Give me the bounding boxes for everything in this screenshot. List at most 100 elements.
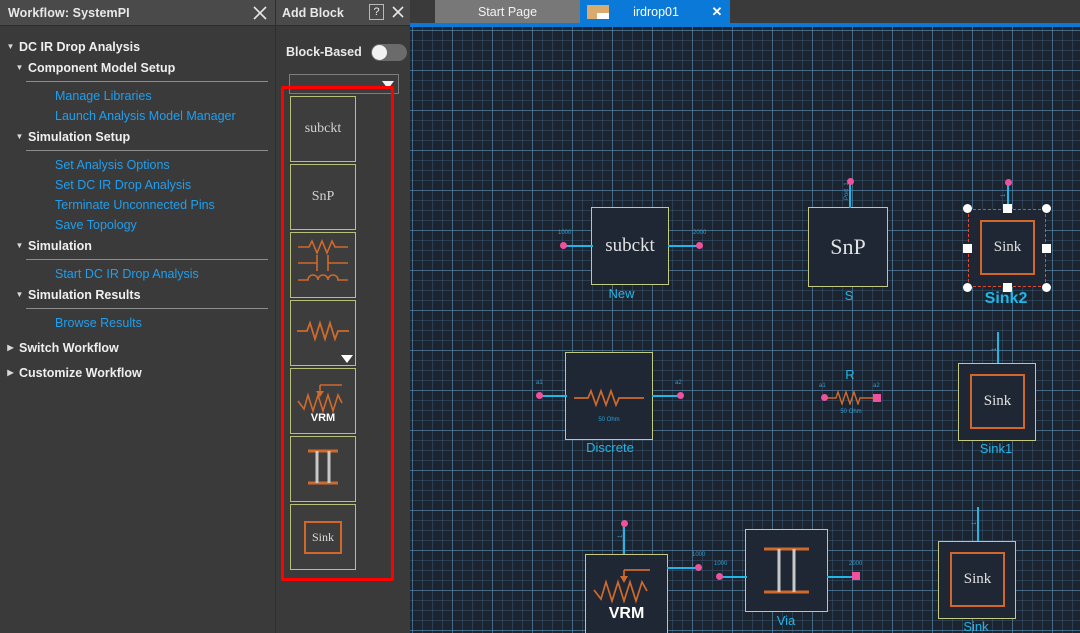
tab-start-page[interactable]: Start Page: [435, 0, 580, 23]
resistor-icon: [295, 315, 351, 352]
pin-dot[interactable]: [560, 242, 567, 249]
pin-dot[interactable]: [695, 564, 702, 571]
palette-item-label: subckt: [304, 121, 342, 136]
component-value: 50 Ohm: [598, 417, 620, 423]
tree-group-customize-workflow[interactable]: ▶ Customize Workflow: [0, 362, 275, 383]
tab-label: Start Page: [477, 4, 538, 19]
tree-group-label: Simulation: [28, 238, 92, 253]
r-block[interactable]: R 50 Ohm a1 a2: [805, 367, 895, 427]
tree-link-launch-analysis-model-manager[interactable]: Launch Analysis Model Manager: [0, 106, 275, 126]
tree-group-label: Component Model Setup: [28, 60, 176, 75]
block-based-toggle[interactable]: [370, 43, 407, 61]
vrm-block[interactable]: 1 VRM 1000 VRM: [560, 507, 720, 633]
close-icon[interactable]: [251, 4, 269, 22]
add-block-title: Add Block: [282, 5, 344, 20]
tree-link-set-analysis-options[interactable]: Set Analysis Options: [0, 155, 275, 175]
tree-link-start-dc-ir-drop-analysis[interactable]: Start DC IR Drop Analysis: [0, 264, 275, 284]
tab-label: irdrop01: [633, 4, 679, 19]
pin-dot[interactable]: [621, 520, 628, 527]
pin-dot[interactable]: [821, 394, 828, 401]
divider: [26, 81, 268, 82]
selection-handle[interactable]: [963, 204, 972, 213]
tree-group-switch-workflow[interactable]: ▶ Switch Workflow: [0, 337, 275, 358]
sink-symbol: Sink: [970, 374, 1025, 429]
resistor-symbol: [574, 386, 644, 413]
pin-dot[interactable]: [1005, 179, 1012, 186]
tree-link-set-dc-ir-drop-analysis[interactable]: Set DC IR Drop Analysis: [0, 175, 275, 195]
chevron-down-icon[interactable]: [341, 355, 353, 363]
block-caption: Discrete: [586, 440, 634, 455]
via-icon: [298, 443, 348, 496]
palette-item-resistor[interactable]: [290, 300, 356, 366]
pin-dot[interactable]: [716, 573, 723, 580]
tab-bar: Start Page irdrop01 ✕: [410, 0, 1080, 23]
tab-irdrop01[interactable]: irdrop01 ✕: [580, 0, 730, 23]
tree-link-terminate-unconnected-pins[interactable]: Terminate Unconnected Pins: [0, 195, 275, 215]
palette-item-snp[interactable]: SnP: [290, 164, 356, 230]
tree-group-label: DC IR Drop Analysis: [19, 39, 141, 54]
vrm-symbol: [592, 564, 664, 611]
palette-item-vrm[interactable]: VRM: [290, 368, 356, 434]
palette-item-subckt[interactable]: subckt: [290, 96, 356, 162]
tree-link-manage-libraries[interactable]: Manage Libraries: [0, 86, 275, 106]
pin-label: 1: [972, 521, 978, 525]
subckt-block[interactable]: subckt 1000 2000 New: [555, 179, 706, 319]
block-body[interactable]: SnP: [808, 207, 888, 287]
tree-group-simulation[interactable]: ▼ Simulation: [0, 235, 275, 256]
tree-link-save-topology[interactable]: Save Topology: [0, 215, 275, 235]
palette-item-via[interactable]: [290, 436, 356, 502]
block-body[interactable]: subckt: [591, 207, 669, 285]
selection-handle[interactable]: [1042, 204, 1051, 213]
block-caption: R: [845, 367, 855, 382]
component-value: 50 Ohm: [840, 409, 862, 415]
discrete-block[interactable]: 50 Ohm a1 a2 Discrete: [530, 332, 690, 457]
pin-label: 1: [1001, 193, 1007, 197]
resistor-symbol: [827, 389, 875, 410]
chevron-down-icon: ▼: [6, 41, 15, 51]
tree-group-label: Customize Workflow: [19, 365, 142, 380]
palette-item-label: SnP: [311, 189, 335, 204]
close-icon[interactable]: [390, 4, 406, 20]
selection-handle[interactable]: [963, 244, 972, 253]
pin-dot[interactable]: [696, 242, 703, 249]
snp-block[interactable]: SnP Port_1 S: [790, 167, 920, 327]
tree-group-dc-ir-drop-analysis[interactable]: ▼ DC IR Drop Analysis: [0, 36, 275, 57]
block-type-dropdown[interactable]: [289, 74, 399, 94]
sink1-block[interactable]: 1 Sink Sink1: [935, 327, 1055, 457]
workflow-tree: ▼ DC IR Drop Analysis ▼ Component Model …: [0, 26, 275, 383]
block-caption: New: [608, 286, 635, 301]
pin-label: a2: [873, 383, 880, 389]
add-block-panel: Add Block ? Block-Based subckt SnP VRM S…: [275, 0, 410, 633]
pin-label: 2000: [849, 561, 863, 567]
document-icon: [587, 4, 609, 19]
tree-link-browse-results[interactable]: Browse Results: [0, 313, 275, 333]
chevron-right-icon: ▶: [7, 367, 14, 377]
palette-item-sink[interactable]: Sink: [290, 504, 356, 570]
via-symbol: [759, 543, 814, 603]
pin-dot[interactable]: [677, 392, 684, 399]
workflow-panel-title: Workflow: SystemPI: [8, 5, 130, 20]
pin-dot[interactable]: [873, 394, 881, 402]
tree-group-label: Switch Workflow: [19, 340, 119, 355]
pin-label: a1: [819, 383, 826, 389]
divider: [26, 308, 268, 309]
sink-symbol: Sink: [950, 552, 1005, 607]
pin-dot[interactable]: [536, 392, 543, 399]
selection-handle[interactable]: [1042, 244, 1051, 253]
sink2-block[interactable]: 1 Sink Sink2: [945, 167, 1065, 307]
divider: [26, 150, 268, 151]
tree-group-simulation-results[interactable]: ▼ Simulation Results: [0, 284, 275, 305]
schematic-canvas[interactable]: subckt 1000 2000 New SnP Port_1 S 1 Sink…: [410, 27, 1080, 633]
via-block[interactable]: 1000 2000 Via: [710, 507, 870, 633]
toggle-knob: [371, 44, 387, 60]
rlc-icon: [295, 235, 351, 296]
sink-block[interactable]: 1 Sink Sink: [915, 497, 1035, 633]
tree-group-simulation-setup[interactable]: ▼ Simulation Setup: [0, 126, 275, 147]
palette-item-rlc[interactable]: [290, 232, 356, 298]
close-icon[interactable]: ✕: [707, 4, 727, 20]
question-mark-icon[interactable]: ?: [369, 4, 384, 20]
chevron-down-icon: ▼: [15, 289, 24, 299]
pin-dot[interactable]: [852, 572, 860, 580]
tree-group-component-model-setup[interactable]: ▼ Component Model Setup: [0, 57, 275, 78]
selection-handle[interactable]: [1003, 204, 1012, 213]
